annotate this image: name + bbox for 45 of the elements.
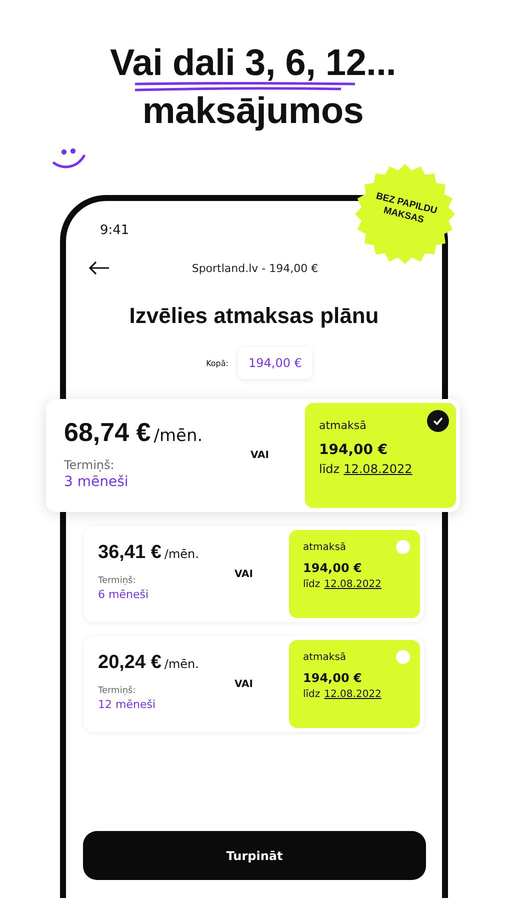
or-label: VAI	[234, 568, 253, 580]
total-amount: 194,00 €	[238, 347, 312, 379]
status-time: 9:41	[100, 223, 130, 239]
due-date: 12.08.2022	[324, 579, 382, 590]
radio-button[interactable]	[396, 540, 410, 554]
plan-card[interactable]: 68,74 €/mēn. Termiņš: 3 mēneši VAI atmaksā 194,00 € līdz 12.08.2022	[46, 399, 460, 512]
full-label: atmaksā	[319, 419, 366, 432]
term-value: 6 mēneši	[98, 588, 150, 601]
or-label: VAI	[234, 678, 253, 690]
headline-text: maksājumos	[142, 92, 364, 130]
total-label: Kopā:	[206, 358, 228, 368]
badge-text: BEZ PAPILDU MAKSAS	[374, 190, 440, 228]
until-label: līdz	[319, 462, 340, 476]
monthly-price: 68,74 €	[64, 417, 151, 447]
full-amount: 194,00 €	[319, 442, 389, 458]
term-label: Termiņš:	[98, 576, 137, 586]
term-value: 3 mēneši	[64, 474, 130, 490]
back-arrow-icon[interactable]	[88, 261, 110, 275]
continue-button[interactable]: Turpināt	[83, 831, 426, 880]
screen-heading: Izvēlies atmaksas plānu	[128, 303, 380, 329]
due-date: 12.08.2022	[344, 462, 412, 476]
monthly-price: 36,41 €	[98, 542, 162, 563]
full-label: atmaksā	[303, 542, 346, 553]
price-unit: /mēn.	[164, 657, 199, 671]
until-label: līdz	[303, 689, 320, 700]
price-unit: /mēn.	[154, 426, 203, 446]
full-amount: 194,00 €	[303, 561, 363, 575]
monthly-price: 20,24 €	[98, 652, 162, 673]
radio-button[interactable]	[396, 650, 410, 664]
term-value: 12 mēneši	[98, 698, 157, 711]
term-label: Termiņš:	[64, 458, 116, 472]
headline-text: Vai dali 3, 6, 12...	[110, 44, 396, 82]
check-icon	[433, 417, 443, 425]
until-label: līdz	[303, 579, 320, 590]
or-label: VAI	[250, 450, 269, 461]
full-label: atmaksā	[303, 652, 346, 663]
price-unit: /mēn.	[164, 547, 199, 561]
full-amount: 194,00 €	[303, 671, 363, 685]
term-label: Termiņš:	[98, 686, 137, 696]
radio-button[interactable]	[427, 410, 449, 432]
plan-card[interactable]: 20,24 €/mēn. Termiņš: 12 mēneši VAI atmaksā 194,00 € līdz 12.08.2022	[84, 636, 424, 732]
plan-card[interactable]: 36,41 €/mēn. Termiņš: 6 mēneši VAI atmaksā 194,00 € līdz 12.08.2022	[84, 526, 424, 622]
nav-title: Sportland.lv - 194,00 €	[190, 262, 320, 274]
smiley-icon	[52, 148, 86, 170]
due-date: 12.08.2022	[324, 689, 382, 700]
